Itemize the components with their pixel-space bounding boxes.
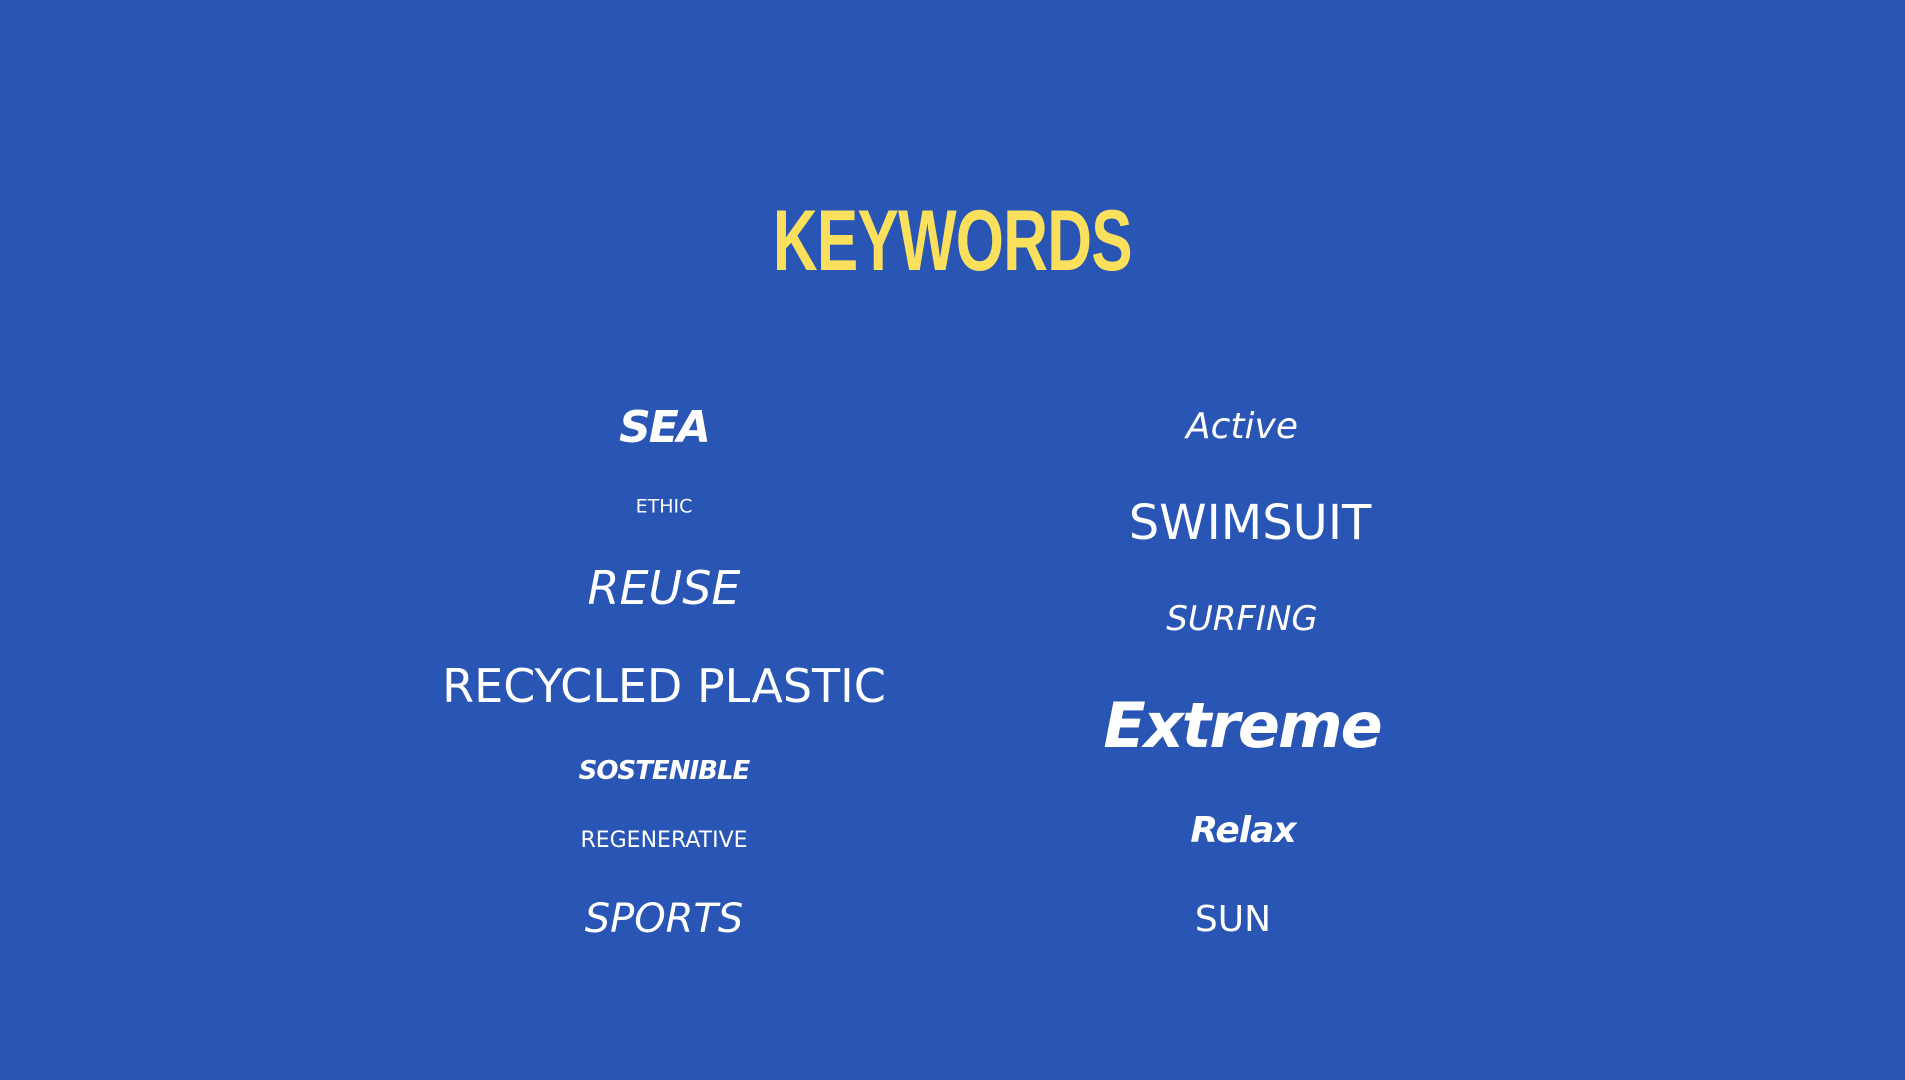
keyword-recycled-plastic: RECYCLED PLASTIC [442, 659, 886, 713]
keyword-surfing: SURFING [1166, 599, 1318, 639]
keyword-sun: SUN [1194, 899, 1272, 940]
keyword-sea: SEA [619, 402, 711, 453]
keyword-sports: SPORTS [584, 896, 744, 942]
keyword-relax: Relax [1190, 810, 1296, 851]
keyword-swimsuit: SWIMSUIT [1128, 495, 1372, 551]
keyword-sostenible: SOSTENIBLE [578, 756, 751, 786]
slide: KEYWORDS SEA ETHIC REUSE RECYCLED PLASTI… [0, 0, 1905, 1080]
keyword-ethic: ETHIC [635, 495, 693, 518]
keyword-active: Active [1186, 406, 1298, 447]
keyword-regenerative: REGENERATIVE [580, 828, 748, 853]
page-title: KEYWORDS [772, 193, 1133, 289]
keyword-extreme: Extreme [1103, 689, 1382, 762]
keyword-reuse: REUSE [587, 561, 741, 615]
